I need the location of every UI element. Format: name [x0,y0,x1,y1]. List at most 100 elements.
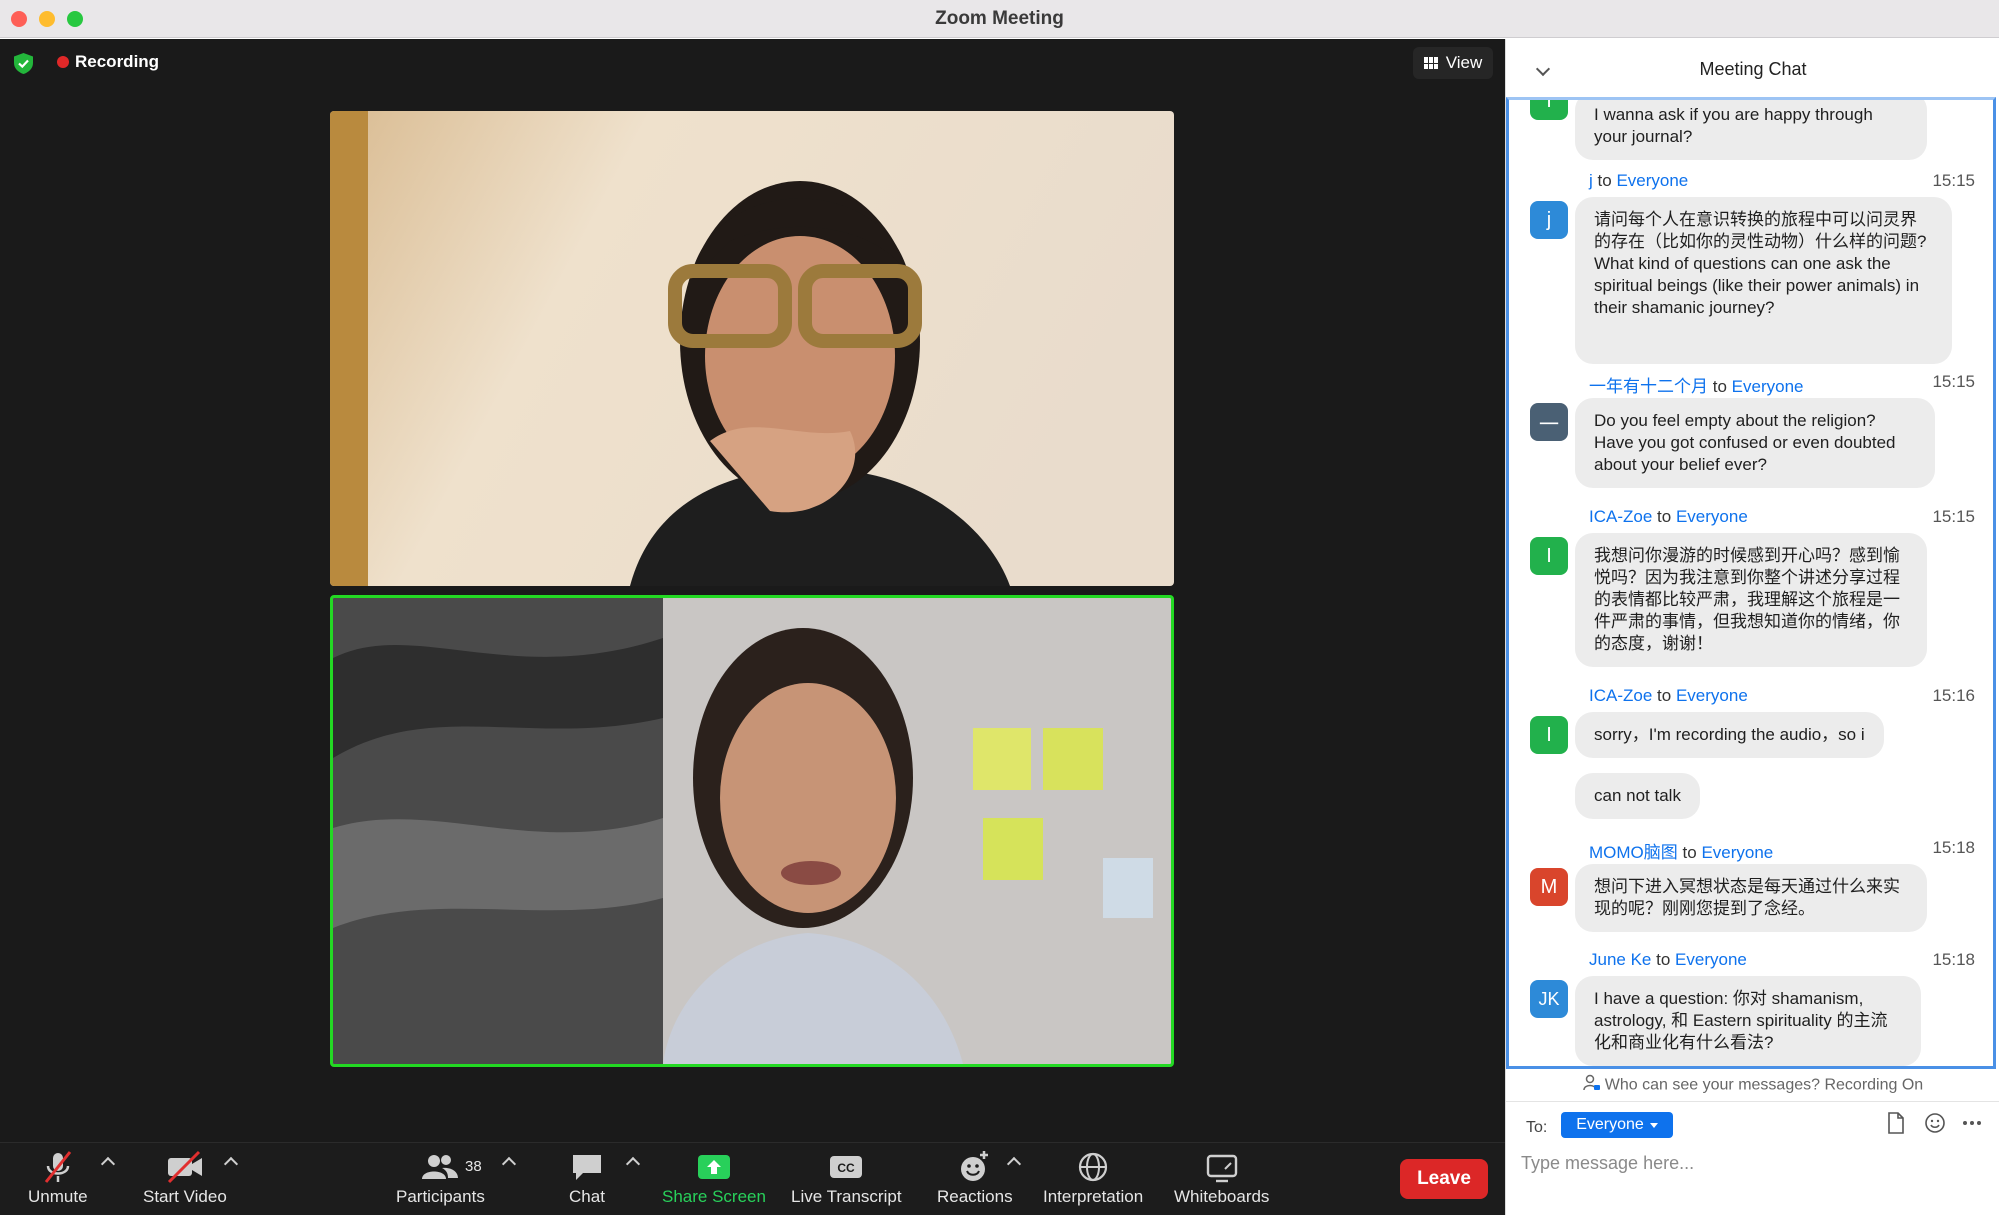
sender-name[interactable]: j [1589,171,1593,190]
sender-name[interactable]: ICA-Zoe [1589,507,1652,526]
message-timestamp: 15:18 [1932,838,1975,857]
whiteboard-icon [1204,1147,1240,1187]
chat-message-bubble[interactable]: 想问下进入冥想状态是每天通过什么来实现的呢？刚刚您提到了念经。 [1575,864,1927,932]
to-word: to [1712,377,1727,396]
unmute-button[interactable]: Unmute [28,1147,88,1207]
participants-options-chevron-icon[interactable] [501,1156,517,1172]
closed-caption-icon: CC [828,1147,864,1187]
muted-microphone-icon [40,1147,76,1187]
video-off-icon [165,1147,205,1187]
avatar: 一 [1530,403,1568,441]
recording-label[interactable]: Recording [75,52,159,72]
recipient-name: Everyone [1675,507,1748,526]
meeting-toolbar: Unmute Start Video Participants 38 Chat … [0,1142,1505,1215]
participants-label: Participants [396,1187,485,1206]
avatar: I [1530,716,1568,754]
share-screen-button[interactable]: Share Screen [662,1147,766,1207]
message-visibility-notice[interactable]: Who can see your messages? Recording On [1506,1074,1999,1102]
share-screen-icon [696,1147,732,1187]
interpretation-label: Interpretation [1043,1187,1144,1206]
message-header: June Ke to Everyone [1589,950,1747,970]
person-lock-icon [1583,1074,1601,1097]
smiley-plus-icon [957,1147,993,1187]
start-video-label: Start Video [143,1187,227,1206]
window-titlebar: Zoom Meeting [0,0,1999,38]
avatar: M [1530,868,1568,906]
sender-name[interactable]: 一年有十二个月 [1589,377,1708,396]
to-word: to [1656,950,1671,969]
sender-name[interactable]: June Ke [1589,950,1651,969]
live-transcript-button[interactable]: CC Live Transcript [791,1147,902,1207]
shield-check-icon[interactable] [14,53,33,74]
svg-text:CC: CC [838,1161,856,1175]
to-word: to [1657,507,1672,526]
message-header: j to Everyone [1589,171,1688,191]
recipient-name: Everyone [1701,843,1774,862]
recipient-value: Everyone [1576,1116,1644,1133]
to-label: To: [1526,1119,1548,1136]
recording-indicator-icon [57,56,69,68]
view-button[interactable]: View [1413,47,1493,79]
active-speaker-video-tile[interactable] [330,595,1174,1067]
leave-button[interactable]: Leave [1400,1159,1488,1199]
chat-bubble-icon [569,1147,605,1187]
meeting-chat-panel: Meeting Chat I I wanna ask if you are ha… [1505,39,1999,1215]
chat-message-bubble[interactable]: I have a question: 你对 shamanism, astrolo… [1575,976,1921,1066]
sender-name[interactable]: ICA-Zoe [1589,686,1652,705]
chat-message-bubble[interactable]: sorry，I'm recording the audio，so i [1575,712,1884,758]
participant-video-feed [330,111,1174,586]
view-label: View [1445,53,1483,72]
recipient-dropdown[interactable]: Everyone [1561,1112,1673,1138]
participant-video-feed [333,598,1171,1064]
participants-icon [420,1147,460,1187]
chat-message-bubble[interactable]: 我想问你漫游的时候感到开心吗？感到愉悦吗？因为我注意到你整个讲述分享过程的表情都… [1575,533,1927,667]
caret-down-icon [1649,1122,1658,1128]
recipient-name: Everyone [1675,950,1747,969]
message-header: MOMO脑图 to Everyone [1589,838,1773,863]
participants-button[interactable]: Participants [396,1147,485,1207]
to-word: to [1682,843,1697,862]
window-title: Zoom Meeting [935,8,1064,29]
privacy-notice-text: Who can see your messages? Recording On [1604,1076,1924,1094]
unmute-label: Unmute [28,1187,88,1206]
start-video-button[interactable]: Start Video [143,1147,227,1207]
chat-message-bubble[interactable]: Do you feel empty about the religion? Ha… [1575,398,1935,488]
emoji-icon[interactable] [1923,1111,1947,1135]
sender-name[interactable]: MOMO脑图 [1589,843,1678,862]
recipient-name: Everyone [1675,686,1748,705]
chat-message-input[interactable] [1521,1147,1981,1179]
chat-header: Meeting Chat [1506,39,1999,97]
chat-options-chevron-icon[interactable] [625,1156,641,1172]
chat-title: Meeting Chat [1699,59,1807,79]
audio-options-chevron-icon[interactable] [100,1156,116,1172]
chat-message-list[interactable]: I I wanna ask if you are happy through y… [1506,97,1996,1069]
participant-video-tile[interactable] [330,111,1174,586]
to-word: to [1597,171,1612,190]
reactions-button[interactable]: Reactions [937,1147,1013,1207]
chat-button[interactable]: Chat [569,1147,605,1207]
whiteboards-button[interactable]: Whiteboards [1174,1147,1269,1207]
recipient-name: Everyone [1616,171,1689,190]
message-timestamp: 15:15 [1932,171,1975,190]
grid-view-icon [1423,57,1438,69]
message-timestamp: 15:15 [1932,372,1975,391]
whiteboards-label: Whiteboards [1174,1187,1270,1206]
recipient-name: Everyone [1731,377,1804,396]
participant-count-badge: 38 [465,1158,482,1175]
avatar: JK [1530,980,1568,1018]
interpretation-button[interactable]: Interpretation [1043,1147,1143,1207]
message-timestamp: 15:15 [1932,507,1975,526]
more-options-icon[interactable] [1961,1111,1983,1135]
avatar: I [1530,100,1568,120]
reactions-label: Reactions [937,1187,1013,1206]
chat-message-bubble[interactable]: can not talk [1575,773,1700,819]
chat-label: Chat [569,1187,605,1206]
avatar: j [1530,201,1568,239]
chat-message-bubble[interactable]: 请问每个人在意识转换的旅程中可以问灵界的存在（比如你的灵性动物）什么样的问题? … [1575,197,1952,364]
message-timestamp: 15:18 [1932,950,1975,969]
chat-message-bubble[interactable]: I wanna ask if you are happy through you… [1575,100,1927,160]
message-header: ICA-Zoe to Everyone [1589,507,1748,527]
live-transcript-label: Live Transcript [791,1187,902,1206]
file-icon[interactable] [1885,1111,1907,1135]
to-word: to [1657,686,1672,705]
